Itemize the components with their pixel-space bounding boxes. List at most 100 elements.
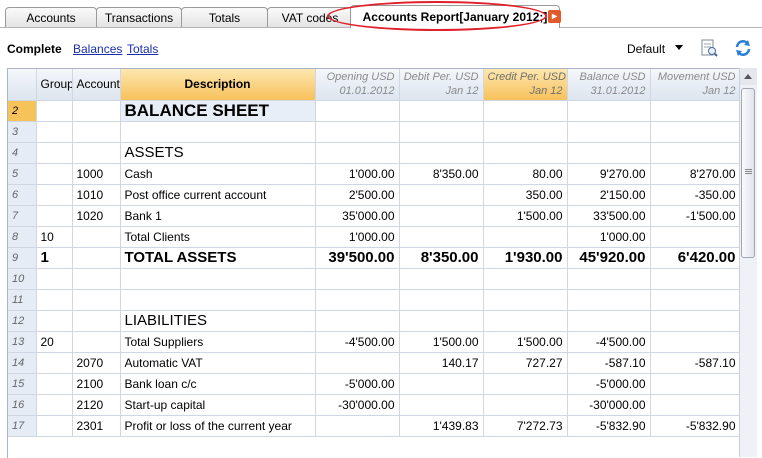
- description-cell[interactable]: Bank loan c/c: [120, 373, 316, 395]
- account-cell[interactable]: 2070: [72, 352, 121, 374]
- opening-cell[interactable]: [315, 100, 400, 122]
- balance-cell[interactable]: [567, 310, 651, 332]
- table-row[interactable]: 10: [8, 268, 740, 290]
- group-cell[interactable]: [36, 163, 73, 185]
- table-row[interactable]: 17 2301 Profit or loss of the current ye…: [8, 415, 740, 437]
- tab-accounts[interactable]: Accounts: [5, 7, 97, 27]
- opening-cell[interactable]: [315, 310, 400, 332]
- balance-cell[interactable]: 45'920.00: [567, 247, 651, 269]
- debit-cell[interactable]: [399, 394, 484, 416]
- balance-cell[interactable]: 1'000.00: [567, 226, 651, 248]
- row-number[interactable]: 8: [8, 226, 37, 248]
- table-row[interactable]: 9 1 TOTAL ASSETS 39'500.00 8'350.00 1'93…: [8, 247, 740, 269]
- movement-cell[interactable]: -5'832.90: [650, 415, 740, 437]
- group-cell[interactable]: 1: [36, 247, 73, 269]
- movement-cell[interactable]: [650, 100, 740, 122]
- group-cell[interactable]: [36, 289, 73, 311]
- table-row[interactable]: 13 20 Total Suppliers -4'500.00 1'500.00…: [8, 331, 740, 353]
- table-row[interactable]: 15 2100 Bank loan c/c -5'000.00 -5'000.0…: [8, 373, 740, 395]
- description-cell[interactable]: Profit or loss of the current year: [120, 415, 316, 437]
- movement-cell[interactable]: 6'420.00: [650, 247, 740, 269]
- column-header-opening[interactable]: Opening USD 01.01.2012: [315, 69, 400, 101]
- debit-cell[interactable]: [399, 310, 484, 332]
- credit-cell[interactable]: 1'500.00: [483, 331, 568, 353]
- movement-cell[interactable]: [650, 226, 740, 248]
- credit-cell[interactable]: 7'272.73: [483, 415, 568, 437]
- debit-cell[interactable]: [399, 121, 484, 143]
- print-preview-icon[interactable]: [699, 38, 719, 58]
- row-number[interactable]: 2: [8, 100, 37, 122]
- description-cell[interactable]: [120, 121, 316, 143]
- account-cell[interactable]: [72, 121, 121, 143]
- description-cell[interactable]: Start-up capital: [120, 394, 316, 416]
- row-number[interactable]: 15: [8, 373, 37, 395]
- opening-cell[interactable]: [315, 415, 400, 437]
- group-cell[interactable]: [36, 268, 73, 290]
- credit-cell[interactable]: [483, 394, 568, 416]
- account-cell[interactable]: [72, 142, 121, 164]
- group-cell[interactable]: 20: [36, 331, 73, 353]
- opening-cell[interactable]: [315, 268, 400, 290]
- column-header-description[interactable]: Description: [120, 69, 316, 101]
- balance-cell[interactable]: [567, 121, 651, 143]
- movement-cell[interactable]: [650, 268, 740, 290]
- account-cell[interactable]: [72, 310, 121, 332]
- debit-cell[interactable]: [399, 142, 484, 164]
- description-cell[interactable]: LIABILITIES: [120, 310, 316, 332]
- opening-cell[interactable]: 1'000.00: [315, 163, 400, 185]
- debit-cell[interactable]: 140.17: [399, 352, 484, 374]
- debit-cell[interactable]: 8'350.00: [399, 163, 484, 185]
- account-cell[interactable]: [72, 331, 121, 353]
- description-cell[interactable]: [120, 268, 316, 290]
- table-row[interactable]: 8 10 Total Clients 1'000.00 1'000.00: [8, 226, 740, 248]
- scroll-up-icon[interactable]: [740, 68, 757, 85]
- credit-cell[interactable]: 727.27: [483, 352, 568, 374]
- group-cell[interactable]: [36, 100, 73, 122]
- credit-cell[interactable]: [483, 268, 568, 290]
- table-row[interactable]: 12 LIABILITIES: [8, 310, 740, 332]
- column-header-debit[interactable]: Debit Per. USD Jan 12: [399, 69, 484, 101]
- credit-cell[interactable]: 1'500.00: [483, 205, 568, 227]
- table-row[interactable]: 16 2120 Start-up capital -30'000.00 -30'…: [8, 394, 740, 416]
- tab-vat-codes[interactable]: VAT codes: [267, 7, 353, 27]
- group-cell[interactable]: [36, 121, 73, 143]
- description-cell[interactable]: [120, 289, 316, 311]
- balance-cell[interactable]: -587.10: [567, 352, 651, 374]
- tab-totals[interactable]: Totals: [181, 7, 268, 27]
- credit-cell[interactable]: [483, 100, 568, 122]
- balance-cell[interactable]: 9'270.00: [567, 163, 651, 185]
- movement-cell[interactable]: [650, 394, 740, 416]
- movement-cell[interactable]: [650, 289, 740, 311]
- balance-cell[interactable]: -30'000.00: [567, 394, 651, 416]
- group-cell[interactable]: [36, 205, 73, 227]
- debit-cell[interactable]: [399, 184, 484, 206]
- account-cell[interactable]: 1000: [72, 163, 121, 185]
- row-number[interactable]: 13: [8, 331, 37, 353]
- balances-link[interactable]: Balances: [73, 42, 122, 56]
- debit-cell[interactable]: [399, 205, 484, 227]
- complete-view-label[interactable]: Complete: [7, 42, 62, 56]
- account-cell[interactable]: 1010: [72, 184, 121, 206]
- movement-cell[interactable]: [650, 310, 740, 332]
- debit-cell[interactable]: [399, 289, 484, 311]
- group-cell[interactable]: 10: [36, 226, 73, 248]
- credit-cell[interactable]: [483, 142, 568, 164]
- description-cell[interactable]: Automatic VAT: [120, 352, 316, 374]
- credit-cell[interactable]: [483, 310, 568, 332]
- debit-cell[interactable]: [399, 100, 484, 122]
- account-cell[interactable]: 1020: [72, 205, 121, 227]
- description-cell[interactable]: TOTAL ASSETS: [120, 247, 316, 269]
- row-number[interactable]: 17: [8, 415, 37, 437]
- movement-cell[interactable]: [650, 121, 740, 143]
- table-row[interactable]: 5 1000 Cash 1'000.00 8'350.00 80.00 9'27…: [8, 163, 740, 185]
- row-number[interactable]: 4: [8, 142, 37, 164]
- opening-cell[interactable]: [315, 352, 400, 374]
- chevron-down-icon[interactable]: [675, 45, 683, 50]
- debit-cell[interactable]: 1'500.00: [399, 331, 484, 353]
- tab-transactions[interactable]: Transactions: [96, 7, 182, 27]
- opening-cell[interactable]: [315, 121, 400, 143]
- refresh-icon[interactable]: [733, 38, 753, 58]
- credit-cell[interactable]: [483, 121, 568, 143]
- vertical-scrollbar[interactable]: [739, 68, 757, 457]
- debit-cell[interactable]: [399, 268, 484, 290]
